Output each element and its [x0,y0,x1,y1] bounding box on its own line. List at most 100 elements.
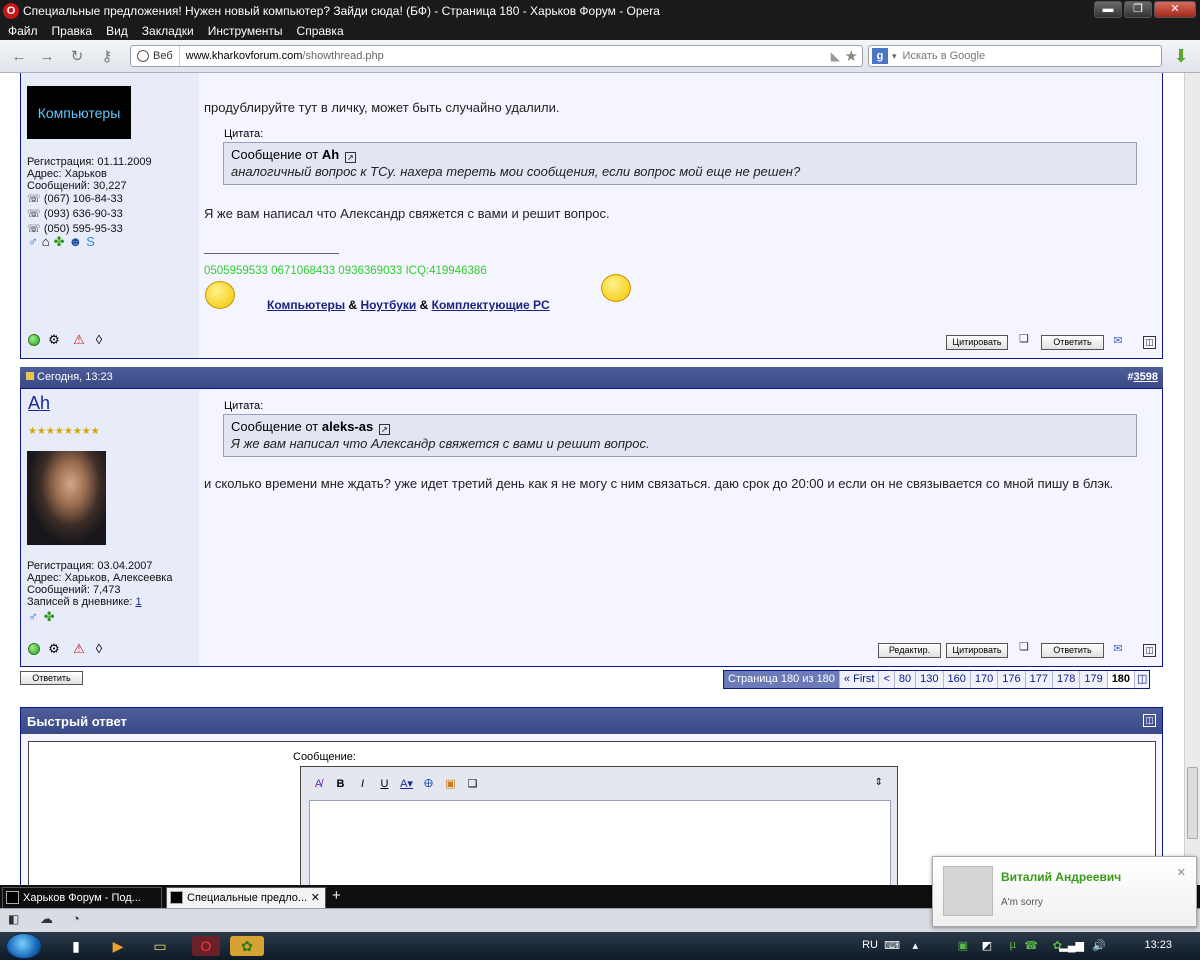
post-number[interactable]: #3598 [1127,371,1158,383]
skype-icon[interactable]: S [86,234,95,250]
signature-link-computers[interactable]: Компьютеры [267,298,345,312]
tray-expand-icon[interactable]: ▴ [912,939,918,952]
menu-file[interactable]: Файл [0,24,45,38]
insert-image-icon[interactable]: ▣ [441,775,460,794]
multiquote-icon[interactable]: ❏ [1017,640,1031,654]
insert-quote-icon[interactable]: ❏ [463,775,482,794]
keyboard-icon[interactable]: ⌨ [884,939,900,952]
maximize-button[interactable]: ❐ [1124,1,1152,18]
scrollbar[interactable] [1184,73,1200,885]
tab-close-icon[interactable]: ✕ [311,888,320,908]
collapse-icon[interactable]: ◫ [1143,714,1156,727]
username[interactable]: Ah [28,393,50,414]
search-engine-dropdown-icon[interactable]: ▾ [892,51,897,62]
forward-icon[interactable]: → [38,48,56,66]
clock[interactable]: 13:23 [1144,939,1172,951]
tray-app-icon[interactable]: ☎ [1024,939,1038,952]
contact-avatar [943,866,993,916]
italic-icon[interactable]: I [353,775,372,794]
page-prev[interactable]: < [879,671,895,688]
web-badge[interactable]: Веб [131,46,180,66]
collapse-icon[interactable]: ◫ [1143,336,1156,349]
menu-edit[interactable]: Правка [45,24,100,38]
message-textarea[interactable] [309,800,891,885]
quote-author[interactable]: aleks-as [322,419,373,434]
bold-icon[interactable]: B [331,775,350,794]
menu-tools[interactable]: Инструменты [201,24,290,38]
icq-taskbar-icon[interactable]: ✿ [230,936,264,956]
url-field[interactable]: Веб www.kharkovforum.com/showthread.php … [130,45,863,67]
page-link[interactable]: 80 [894,671,917,688]
rss-icon[interactable]: ◣ [831,49,840,63]
reply-button[interactable]: Ответить [1041,335,1104,350]
ip-icon[interactable]: ◊ [91,332,107,348]
scrollbar-thumb[interactable] [1187,767,1198,839]
opera-taskbar-icon[interactable]: O [192,936,220,956]
minimize-button[interactable]: ▬ [1094,1,1122,18]
page-link[interactable]: 130 [916,671,944,688]
download-icon[interactable]: ⬇ [1171,47,1191,67]
signature-link-components[interactable]: Комплектующие PC [432,298,550,312]
close-button[interactable]: ✕ [1154,1,1196,18]
page-link[interactable]: 177 [1025,671,1053,688]
reload-icon[interactable]: ↻ [68,48,86,66]
bookmark-star-icon[interactable]: ★ [845,47,858,65]
language-indicator[interactable]: RU [862,939,878,951]
page-link[interactable]: 170 [970,671,999,688]
new-tab-button[interactable]: + [332,887,341,904]
menu-help[interactable]: Справка [290,24,351,38]
tools-icon[interactable]: ⚙ [46,332,62,348]
menu-bookmarks[interactable]: Закладки [135,24,201,38]
diary-link[interactable]: 1 [135,596,141,608]
notification-close-icon[interactable]: ✕ [1177,866,1186,879]
pm-icon[interactable]: ✉ [1111,334,1125,348]
resize-icon[interactable]: ⇕ [875,777,883,788]
report-icon[interactable]: ⚠ [71,641,87,657]
page-jump-icon[interactable]: ◫ [1135,671,1150,688]
multiquote-icon[interactable]: ❏ [1017,332,1031,346]
tab-kharkov-forum[interactable]: Харьков Форум - Под... [2,887,162,908]
reply-button[interactable]: Ответить [1041,643,1104,658]
quote-button[interactable]: Цитировать [946,335,1008,350]
media-player-icon[interactable]: ▶ [108,936,128,956]
text-color-icon[interactable]: A▾ [397,775,416,794]
signature-link-laptops[interactable]: Ноутбуки [360,298,416,312]
panel-toggle-icon[interactable]: ◧ [8,912,19,926]
explorer-folder-icon[interactable]: ▭ [150,936,170,956]
menu-view[interactable]: Вид [99,24,135,38]
page-link[interactable]: 179 [1080,671,1108,688]
report-icon[interactable]: ⚠ [71,332,87,348]
quote-author[interactable]: Ah [322,147,339,162]
network-icon[interactable]: ▂▄▆ [1059,939,1084,952]
quote-button[interactable]: Цитировать [946,643,1008,658]
tools-icon[interactable]: ⚙ [46,641,62,657]
insert-link-icon[interactable]: 🜨 [419,775,438,794]
ip-icon[interactable]: ◊ [91,641,107,657]
view-post-icon[interactable]: ↗ [378,424,390,435]
notification-popup[interactable]: Виталий Андреевич A'm sorry ✕ [932,856,1197,927]
page-link[interactable]: 176 [998,671,1026,688]
tray-app-icon[interactable]: ◩ [982,939,992,952]
tray-app-icon[interactable]: ▣ [958,939,968,952]
page-first[interactable]: « First [839,671,880,688]
key-icon[interactable]: ⚷ [98,48,116,66]
reply-thread-button[interactable]: Ответить [20,671,83,685]
volume-icon[interactable]: 🔊 [1092,939,1106,952]
view-post-icon[interactable]: ↗ [344,152,356,163]
start-button[interactable] [6,933,42,959]
google-icon[interactable]: g [872,48,888,64]
speed-dial-icon[interactable]: ◔ [72,911,80,926]
taskbar-device-icon[interactable]: ▮ [66,936,86,956]
search-field[interactable]: g ▾ Искать в Google [868,45,1162,67]
edit-button[interactable]: Редактир. [878,643,941,658]
page-link[interactable]: 178 [1052,671,1081,688]
pm-icon[interactable]: ✉ [1111,642,1125,656]
back-icon[interactable]: ← [10,48,28,66]
cloud-icon[interactable]: ☁ [40,911,53,927]
remove-format-icon[interactable]: A̸ [309,775,328,794]
collapse-icon[interactable]: ◫ [1143,644,1156,657]
utorrent-icon[interactable]: µ [1010,939,1016,951]
page-link[interactable]: 160 [943,671,971,688]
tab-special-offers[interactable]: Специальные предло... ✕ [166,887,326,908]
underline-icon[interactable]: U [375,775,394,794]
